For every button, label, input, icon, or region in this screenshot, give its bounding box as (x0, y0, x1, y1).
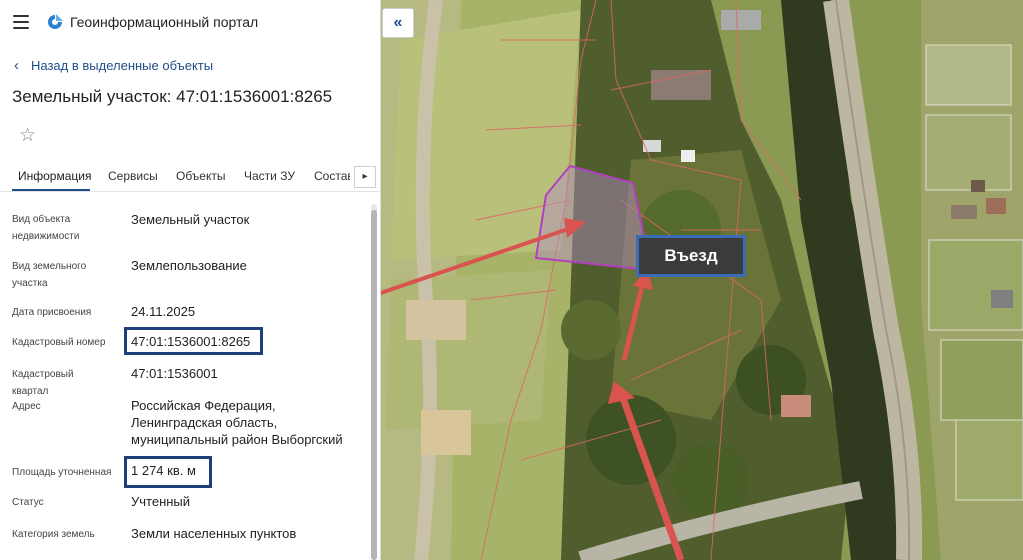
tab-info[interactable]: Информация (18, 169, 91, 183)
satellite-map-image (381, 0, 1023, 560)
app-title: Геоинформационный портал (70, 14, 259, 30)
land-use-value: Землепользование (131, 258, 247, 273)
active-tab-indicator (12, 189, 90, 191)
object-type-label: Вид объекта недвижимости (12, 211, 112, 245)
object-type-label-line2: недвижимости (12, 231, 80, 242)
back-to-selected-link[interactable]: ‹ Назад в выделенные объекты (14, 57, 213, 74)
tabs-scroll-right-button[interactable]: ▸ (354, 166, 376, 188)
land-use-label: Вид земельного участка (12, 258, 112, 292)
land-use-label-line1: Вид земельного (12, 261, 87, 272)
chevron-left-icon: ‹ (14, 57, 19, 74)
status-label: Статус (12, 497, 44, 508)
status-value: Учтенный (131, 494, 191, 509)
tab-parts[interactable]: Части ЗУ (244, 169, 295, 183)
address-line2: Ленинградская область, (131, 415, 278, 430)
object-type-value: Земельный участок (131, 212, 250, 227)
panel-scrollbar-thumb[interactable] (371, 210, 377, 560)
assign-date-label: Дата присвоения (12, 307, 92, 318)
info-panel: Геоинформационный портал ‹ Назад в выдел… (0, 0, 381, 560)
land-category-label: Категория земель (12, 529, 95, 540)
favorite-star-icon[interactable]: ☆ (19, 124, 36, 147)
address-label: Адрес (12, 401, 41, 412)
object-type-label-line1: Вид объекта (12, 214, 71, 225)
page-title: Земельный участок: 47:01:1536001:8265 (12, 87, 333, 106)
entry-label: Въезд (636, 235, 746, 277)
cadastral-number-highlight (124, 327, 263, 355)
double-chevron-left-icon: « (393, 14, 403, 31)
tab-bar: Информация Сервисы Объекты Части ЗУ Сост… (0, 160, 380, 192)
address-value: Российская Федерация, Ленинградская обла… (131, 397, 361, 448)
area-highlight (124, 456, 212, 488)
tab-services[interactable]: Сервисы (108, 169, 158, 183)
area-label: Площадь уточненная (12, 467, 112, 478)
cadastral-quarter-value: 47:01:1536001 (131, 366, 218, 381)
cadastral-quarter-label: Кадастровый квартал (12, 369, 74, 397)
collapse-panel-button[interactable]: « (382, 8, 414, 38)
menu-icon[interactable] (13, 15, 29, 29)
address-line3: муниципальный район Выборгский (131, 432, 343, 447)
portal-logo-icon (48, 14, 63, 29)
map-view[interactable] (381, 0, 1023, 560)
top-bar: Геоинформационный портал (0, 0, 380, 46)
assign-date-value: 24.11.2025 (131, 304, 196, 319)
tab-composition[interactable]: Состав (314, 169, 350, 183)
cadastral-number-label: Кадастровый номер (12, 337, 106, 348)
back-link-label: Назад в выделенные объекты (31, 58, 214, 73)
tab-objects[interactable]: Объекты (176, 169, 226, 183)
land-category-value: Земли населенных пунктов (131, 526, 297, 541)
land-use-label-line2: участка (12, 278, 48, 289)
address-line1: Российская Федерация, (131, 398, 276, 413)
